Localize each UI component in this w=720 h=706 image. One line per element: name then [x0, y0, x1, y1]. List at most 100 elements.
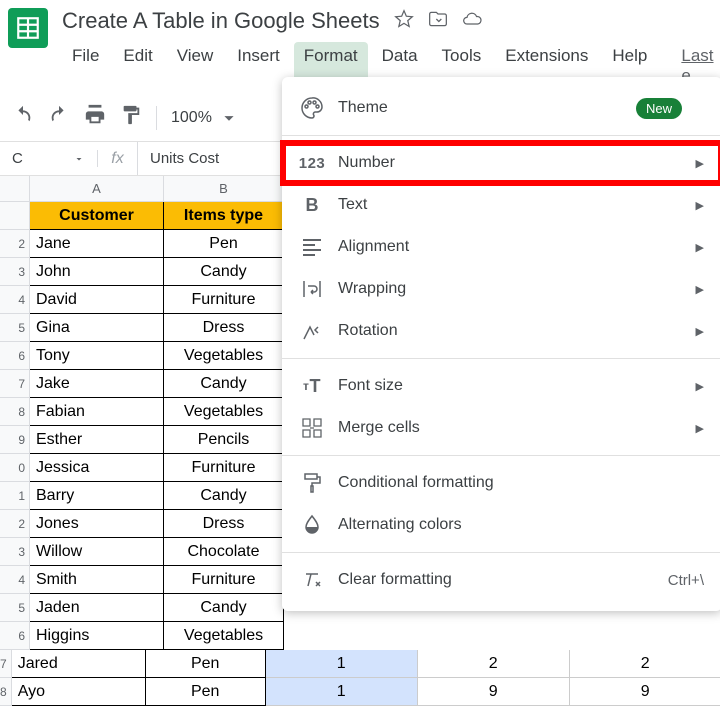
cell[interactable]: 2: [570, 650, 720, 678]
menu-label: Theme: [338, 99, 388, 117]
menubar-item-file[interactable]: File: [62, 42, 109, 90]
cell[interactable]: Furniture: [164, 566, 284, 594]
star-icon[interactable]: [394, 9, 414, 34]
cell[interactable]: Furniture: [164, 454, 284, 482]
menu-alternating-colors[interactable]: Alternating colors: [282, 504, 720, 546]
cell[interactable]: Vegetables: [164, 342, 284, 370]
document-title[interactable]: Create A Table in Google Sheets: [62, 8, 380, 34]
cell[interactable]: Jane: [30, 230, 164, 258]
row-header[interactable]: 6: [0, 342, 30, 370]
row-header[interactable]: 2: [0, 510, 30, 538]
cell[interactable]: Candy: [164, 370, 284, 398]
column-header[interactable]: B: [164, 176, 284, 202]
menu-clear-formatting[interactable]: Clear formatting Ctrl+\: [282, 559, 720, 601]
cell[interactable]: 1: [266, 650, 418, 678]
cell[interactable]: Dress: [164, 314, 284, 342]
cell[interactable]: Jones: [30, 510, 164, 538]
menu-separator: [282, 135, 720, 136]
bold-icon: B: [300, 193, 324, 217]
cell[interactable]: Fabian: [30, 398, 164, 426]
column-header[interactable]: A: [30, 176, 164, 202]
rotation-icon: [300, 319, 324, 343]
cell[interactable]: Esther: [30, 426, 164, 454]
menu-number[interactable]: 123 Number ▶: [282, 142, 720, 184]
cell[interactable]: Jaden: [30, 594, 164, 622]
menu-label: Rotation: [338, 322, 398, 340]
cell[interactable]: Smith: [30, 566, 164, 594]
row-header[interactable]: [0, 202, 30, 230]
cell[interactable]: 9: [570, 678, 720, 706]
name-box[interactable]: C: [0, 150, 98, 167]
menu-alignment[interactable]: Alignment ▶: [282, 226, 720, 268]
cell[interactable]: 9: [418, 678, 570, 706]
cell[interactable]: Pen: [146, 650, 266, 678]
row-header[interactable]: 4: [0, 566, 30, 594]
select-all-corner[interactable]: [0, 176, 30, 202]
cell[interactable]: Candy: [164, 594, 284, 622]
menubar-item-edit[interactable]: Edit: [113, 42, 162, 90]
cell[interactable]: 1: [266, 678, 418, 706]
cell[interactable]: Jake: [30, 370, 164, 398]
cell[interactable]: Chocolate: [164, 538, 284, 566]
cell[interactable]: Gina: [30, 314, 164, 342]
cell[interactable]: Items type: [164, 202, 284, 230]
zoom-dropdown[interactable]: 100%: [171, 107, 240, 129]
cell[interactable]: Willow: [30, 538, 164, 566]
cell[interactable]: Candy: [164, 258, 284, 286]
menu-font-size[interactable]: тT Font size ▶: [282, 365, 720, 407]
formula-input[interactable]: Units Cost: [138, 150, 219, 167]
cell[interactable]: 2: [418, 650, 570, 678]
move-folder-icon[interactable]: [428, 9, 448, 34]
row-header[interactable]: 3: [0, 538, 30, 566]
cloud-status-icon[interactable]: [462, 9, 482, 34]
print-icon[interactable]: [84, 104, 106, 131]
cell[interactable]: Pen: [164, 230, 284, 258]
submenu-arrow-icon: ▶: [696, 157, 704, 170]
cell[interactable]: Pencils: [164, 426, 284, 454]
row-header[interactable]: 0: [0, 454, 30, 482]
cell[interactable]: Vegetables: [164, 398, 284, 426]
menu-rotation[interactable]: Rotation ▶: [282, 310, 720, 352]
cell-reference: C: [12, 150, 23, 167]
redo-icon[interactable]: [48, 104, 70, 131]
row-header[interactable]: 7: [0, 370, 30, 398]
cell[interactable]: Ayo: [12, 678, 146, 706]
sheets-logo[interactable]: [8, 8, 48, 48]
row-header[interactable]: 7: [0, 650, 12, 678]
cell[interactable]: Customer: [30, 202, 164, 230]
row-header[interactable]: 3: [0, 258, 30, 286]
cell[interactable]: John: [30, 258, 164, 286]
row-header[interactable]: 9: [0, 426, 30, 454]
menu-conditional-formatting[interactable]: Conditional formatting: [282, 462, 720, 504]
menu-wrapping[interactable]: Wrapping ▶: [282, 268, 720, 310]
row-header[interactable]: 8: [0, 678, 12, 706]
row-header[interactable]: 6: [0, 622, 30, 650]
cell[interactable]: Vegetables: [164, 622, 284, 650]
cell[interactable]: Pen: [146, 678, 266, 706]
menu-theme[interactable]: Theme New: [282, 87, 720, 129]
row-header[interactable]: 8: [0, 398, 30, 426]
cell[interactable]: Jared: [12, 650, 146, 678]
cell[interactable]: Tony: [30, 342, 164, 370]
row-header[interactable]: 5: [0, 594, 30, 622]
cell[interactable]: Higgins: [30, 622, 164, 650]
cell[interactable]: Jessica: [30, 454, 164, 482]
submenu-arrow-icon: ▶: [696, 422, 704, 435]
undo-icon[interactable]: [12, 104, 34, 131]
menu-merge-cells[interactable]: Merge cells ▶: [282, 407, 720, 449]
cell[interactable]: Barry: [30, 482, 164, 510]
row-header[interactable]: 4: [0, 286, 30, 314]
menu-separator: [282, 455, 720, 456]
menubar-item-view[interactable]: View: [167, 42, 224, 90]
menubar-item-insert[interactable]: Insert: [227, 42, 290, 90]
row-header[interactable]: 1: [0, 482, 30, 510]
paint-format-icon[interactable]: [120, 104, 142, 131]
menu-label: Conditional formatting: [338, 474, 494, 492]
cell[interactable]: Candy: [164, 482, 284, 510]
menu-text[interactable]: B Text ▶: [282, 184, 720, 226]
row-header[interactable]: 2: [0, 230, 30, 258]
cell[interactable]: Dress: [164, 510, 284, 538]
row-header[interactable]: 5: [0, 314, 30, 342]
cell[interactable]: Furniture: [164, 286, 284, 314]
cell[interactable]: David: [30, 286, 164, 314]
